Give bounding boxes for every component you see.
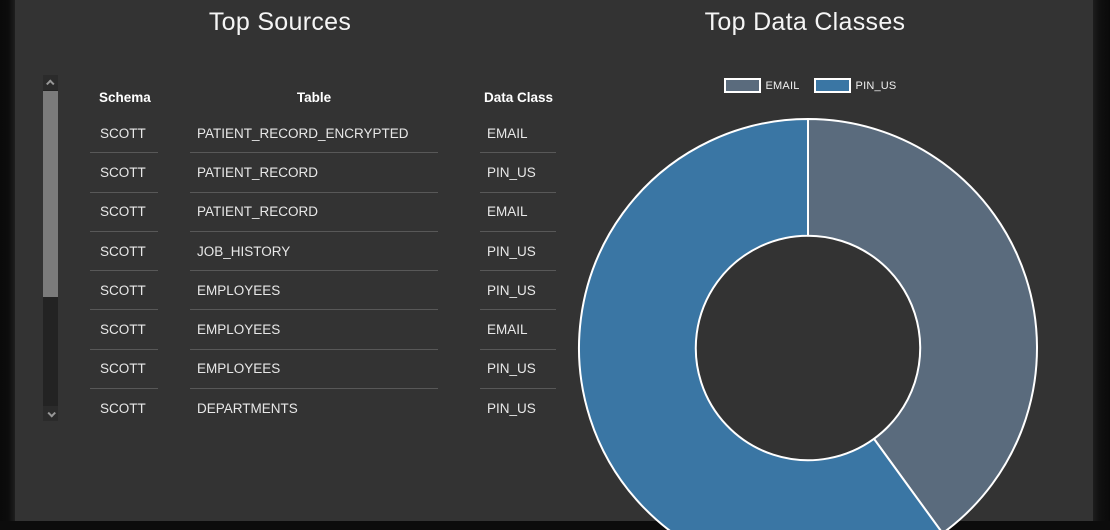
cell-data-class: EMAIL: [480, 114, 556, 154]
table-row[interactable]: SCOTT JOB_HISTORY PIN_US: [90, 232, 556, 272]
header-schema: Schema: [99, 90, 151, 105]
cell-data-class: EMAIL: [480, 310, 556, 350]
scrollbar-up-button[interactable]: [43, 75, 58, 90]
cell-data-class: PIN_US: [480, 153, 556, 193]
scrollbar-track[interactable]: [43, 90, 58, 406]
table-row[interactable]: SCOTT PATIENT_RECORD_ENCRYPTED EMAIL: [90, 114, 556, 154]
cell-table: PATIENT_RECORD: [190, 153, 438, 193]
table-row[interactable]: SCOTT EMPLOYEES PIN_US: [90, 271, 556, 311]
top-sources-table: Schema Table Data Class SCOTT PATIENT_RE…: [90, 75, 556, 428]
table-row[interactable]: SCOTT EMPLOYEES EMAIL: [90, 310, 556, 350]
table-scrollbar[interactable]: [43, 75, 58, 421]
top-sources-title: Top Sources: [208, 8, 352, 36]
cell-table: JOB_HISTORY: [190, 232, 438, 272]
dashboard: Top Sources Schema Table Data Class SCOT…: [0, 0, 1110, 530]
header-data-class: Data Class: [484, 90, 554, 105]
legend-label: PIN_US: [855, 79, 897, 92]
cell-data-class: PIN_US: [480, 232, 556, 272]
cell-schema: SCOTT: [100, 401, 146, 417]
cell-schema: SCOTT: [90, 232, 158, 272]
top-data-classes-title: Top Data Classes: [704, 8, 906, 36]
table-row[interactable]: SCOTT DEPARTMENTS PIN_US: [90, 389, 556, 428]
cell-schema: SCOTT: [90, 350, 158, 390]
legend-item-pin-us[interactable]: PIN_US: [813, 78, 897, 93]
cell-schema: SCOTT: [90, 193, 158, 232]
cell-data-class: PIN_US: [487, 401, 536, 417]
table-row[interactable]: SCOTT EMPLOYEES PIN_US: [90, 350, 556, 390]
cell-data-class: EMAIL: [480, 193, 556, 232]
chevron-up-icon: [45, 78, 55, 88]
chevron-down-icon: [46, 408, 56, 418]
cell-data-class: PIN_US: [480, 350, 556, 390]
cell-table: PATIENT_RECORD_ENCRYPTED: [190, 114, 438, 154]
table-row[interactable]: SCOTT PATIENT_RECORD PIN_US: [90, 153, 556, 193]
cell-schema: SCOTT: [90, 271, 158, 311]
scrollbar-thumb[interactable]: [43, 91, 58, 297]
table-header-row: Schema Table Data Class: [90, 75, 556, 114]
cell-schema: SCOTT: [90, 153, 158, 193]
legend-label: EMAIL: [765, 79, 800, 92]
cell-schema: SCOTT: [90, 114, 158, 154]
cell-data-class: PIN_US: [480, 271, 556, 311]
table-row[interactable]: SCOTT PATIENT_RECORD EMAIL: [90, 193, 556, 232]
frame-strip-left: [0, 0, 15, 530]
legend-swatch-pin-us-icon: [813, 78, 851, 93]
cell-schema: SCOTT: [90, 310, 158, 350]
donut-chart: [578, 118, 1038, 530]
cell-table: EMPLOYEES: [190, 350, 438, 390]
cell-table: EMPLOYEES: [190, 271, 438, 311]
scrollbar-down-button[interactable]: [43, 406, 58, 421]
frame-strip-right: [1093, 0, 1110, 530]
legend-swatch-email-icon: [723, 78, 761, 93]
cell-table: EMPLOYEES: [190, 310, 438, 350]
cell-table: DEPARTMENTS: [197, 401, 298, 417]
header-table: Table: [296, 90, 332, 105]
legend-item-email[interactable]: EMAIL: [723, 78, 800, 93]
cell-table: PATIENT_RECORD: [190, 193, 438, 232]
chart-legend: EMAIL PIN_US: [555, 78, 1065, 93]
